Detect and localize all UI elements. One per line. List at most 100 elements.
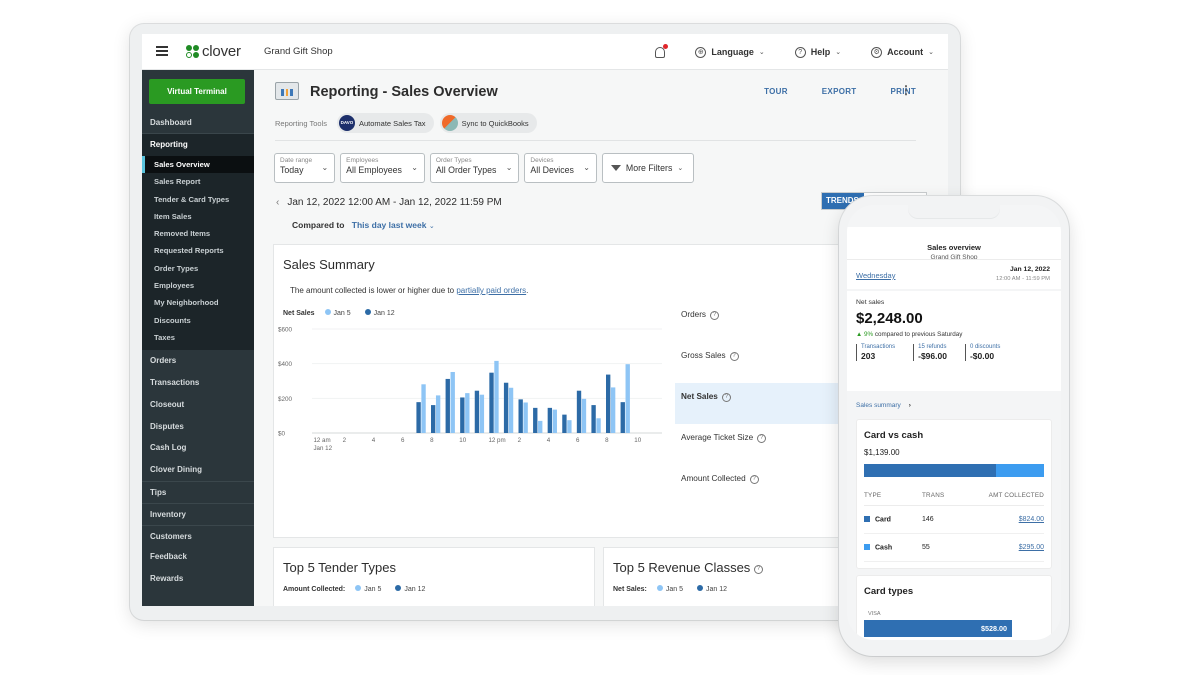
filter-label: Order Types — [435, 157, 472, 164]
help-menu[interactable]: ? Help ⌄ — [794, 46, 841, 58]
metric-amount-collected[interactable]: Amount Collected? — [675, 465, 848, 506]
legend-item-jan5[interactable]: Jan 5 — [324, 309, 351, 317]
help-icon[interactable]: ? — [757, 434, 767, 443]
sidebar-item-dashboard[interactable]: Dashboard — [142, 112, 254, 134]
sidebar-item-transactions[interactable]: Transactions — [142, 372, 254, 394]
account-menu[interactable]: ⚙ Account ⌄ — [871, 46, 934, 58]
help-icon[interactable]: ? — [710, 311, 720, 320]
more-options-icon[interactable]: ⋮ — [900, 83, 912, 97]
metric-orders[interactable]: Orders? — [675, 301, 848, 342]
card-vs-cash-card: Card vs cash $1,139.00 TYPE TRANS AMT CO… — [856, 419, 1052, 569]
partially-paid-orders-link[interactable]: partially paid orders — [456, 286, 526, 295]
sidebar: Virtual Terminal Dashboard Reporting Sal… — [142, 70, 254, 606]
metric-average-ticket-size[interactable]: Average Ticket Size? — [675, 424, 848, 465]
export-button[interactable]: EXPORT — [822, 87, 857, 96]
sidebar-item-tips[interactable]: Tips — [142, 481, 254, 503]
row-amount-link[interactable]: $824.00 — [966, 516, 1044, 523]
language-menu[interactable]: ⊕ Language ⌄ — [695, 46, 765, 58]
phone-mockup: Sales overview Grand Gift Shop Wednesday… — [839, 196, 1069, 656]
bar-jan-12 — [562, 414, 567, 433]
sidebar-item-customers[interactable]: Customers — [142, 524, 254, 547]
visa-bar: $528.00 — [864, 620, 1012, 637]
notifications-button[interactable] — [655, 43, 669, 58]
filter-value: All Devices — [530, 165, 574, 175]
stat-label: Transactions — [861, 344, 896, 350]
employees-select[interactable]: Employees All Employees ⌄ — [340, 153, 425, 183]
metric-net-sales[interactable]: Net Sales? — [675, 383, 848, 424]
x-tick-label: 2 — [518, 437, 522, 444]
bar-jan-5 — [596, 418, 601, 433]
sidebar-item-order-types[interactable]: Order Types — [142, 260, 254, 277]
clover-logo[interactable]: clover — [186, 43, 241, 60]
sales-summary-link[interactable]: Sales summary › — [856, 402, 911, 409]
x-tick-label: 12 pm — [488, 437, 505, 444]
legend-item: Jan 12 — [395, 585, 425, 593]
sidebar-item-my-neighborhood[interactable]: My Neighborhood — [142, 294, 254, 311]
sidebar-item-item-sales[interactable]: Item Sales — [142, 208, 254, 225]
order-types-select[interactable]: Order Types All Order Types ⌄ — [429, 153, 520, 183]
sidebar-item-removed-items[interactable]: Removed Items — [142, 225, 254, 242]
y-tick-label: $200 — [278, 396, 293, 403]
y-tick-label: $0 — [278, 431, 286, 438]
bar-jan-5 — [552, 409, 557, 433]
sidebar-item-clover-dining[interactable]: Clover Dining — [142, 459, 254, 481]
metric-label: Orders — [681, 310, 707, 319]
automate-sales-tax-button[interactable]: DAVO Automate Sales Tax — [336, 113, 434, 133]
bar-jan-5 — [523, 402, 528, 433]
phone-date: Jan 12, 2022 — [1009, 266, 1050, 273]
compare-period-select[interactable]: This day last week ⌄ — [352, 220, 435, 230]
legend-item-jan12[interactable]: Jan 12 — [364, 309, 395, 317]
sidebar-item-taxes[interactable]: Taxes — [142, 329, 254, 346]
sidebar-item-orders[interactable]: Orders — [142, 350, 254, 372]
table-row: Cash 55 $295.00 — [864, 534, 1044, 562]
date-range-select[interactable]: Date range Today ⌄ — [274, 153, 336, 183]
sidebar-item-tender-card-types[interactable]: Tender & Card Types — [142, 191, 254, 208]
sidebar-item-cash-log[interactable]: Cash Log — [142, 437, 254, 459]
menu-icon[interactable] — [156, 46, 168, 56]
row-type: Card — [864, 515, 922, 523]
help-icon[interactable]: ? — [729, 352, 739, 361]
virtual-terminal-button[interactable]: Virtual Terminal — [149, 79, 245, 104]
chevron-down-icon: ⌄ — [677, 165, 684, 172]
help-icon[interactable]: ? — [749, 475, 759, 484]
more-filters-button[interactable]: More Filters ⌄ — [601, 153, 695, 183]
metric-gross-sales[interactable]: Gross Sales? — [675, 342, 848, 383]
sidebar-item-feedback[interactable]: Feedback — [142, 546, 254, 568]
chevron-down-icon: ⌄ — [583, 163, 590, 172]
bar-jan-12 — [547, 407, 553, 433]
globe-icon: ⊕ — [695, 46, 707, 58]
sidebar-item-sales-overview[interactable]: Sales Overview — [142, 156, 254, 174]
sidebar-item-discounts[interactable]: Discounts — [142, 312, 254, 329]
devices-select[interactable]: Devices All Devices ⌄ — [524, 153, 597, 183]
sidebar-item-inventory[interactable]: Inventory — [142, 502, 254, 525]
header-amount: AMT COLLECTED — [988, 492, 1044, 499]
legend-label: Jan 12 — [705, 586, 728, 593]
bar-jan-5 — [421, 384, 426, 433]
reporting-tools-label: Reporting Tools — [275, 118, 327, 128]
previous-date-icon[interactable]: ‹ — [276, 197, 279, 208]
tour-button[interactable]: TOUR — [764, 87, 788, 96]
help-icon[interactable]: ? — [753, 565, 763, 574]
day-link[interactable]: Wednesday — [856, 271, 895, 280]
legend-label: Jan 5 — [333, 310, 351, 317]
sidebar-item-requested-reports[interactable]: Requested Reports — [142, 242, 254, 259]
sidebar-item-sales-report[interactable]: Sales Report — [142, 173, 254, 190]
chart-legend: Net Sales Jan 5 Jan 12 — [283, 309, 395, 317]
bar-jan-12 — [518, 399, 523, 433]
sync-quickbooks-button[interactable]: Sync to QuickBooks — [439, 113, 537, 133]
bar-jan-12 — [460, 397, 465, 433]
help-icon[interactable]: ? — [721, 393, 731, 402]
row-amount-link[interactable]: $295.00 — [966, 544, 1044, 551]
note-suffix: . — [526, 286, 529, 295]
sidebar-item-rewards[interactable]: Rewards — [142, 568, 254, 590]
sidebar-item-disputes[interactable]: Disputes — [142, 416, 254, 438]
sidebar-item-employees[interactable]: Employees — [142, 277, 254, 294]
table-header: TYPE TRANS AMT COLLECTED — [864, 492, 1044, 506]
phone-screen: Sales overview Grand Gift Shop Wednesday… — [847, 205, 1061, 640]
chevron-down-icon: ⌄ — [321, 163, 329, 172]
change-text: compared to previous Saturday — [873, 331, 963, 338]
net-sales-change: ▲ 9% compared to previous Saturday — [856, 331, 962, 338]
type-label: Cash — [875, 544, 893, 552]
sidebar-item-closeout[interactable]: Closeout — [142, 394, 254, 416]
sidebar-item-reporting[interactable]: Reporting — [142, 134, 254, 156]
